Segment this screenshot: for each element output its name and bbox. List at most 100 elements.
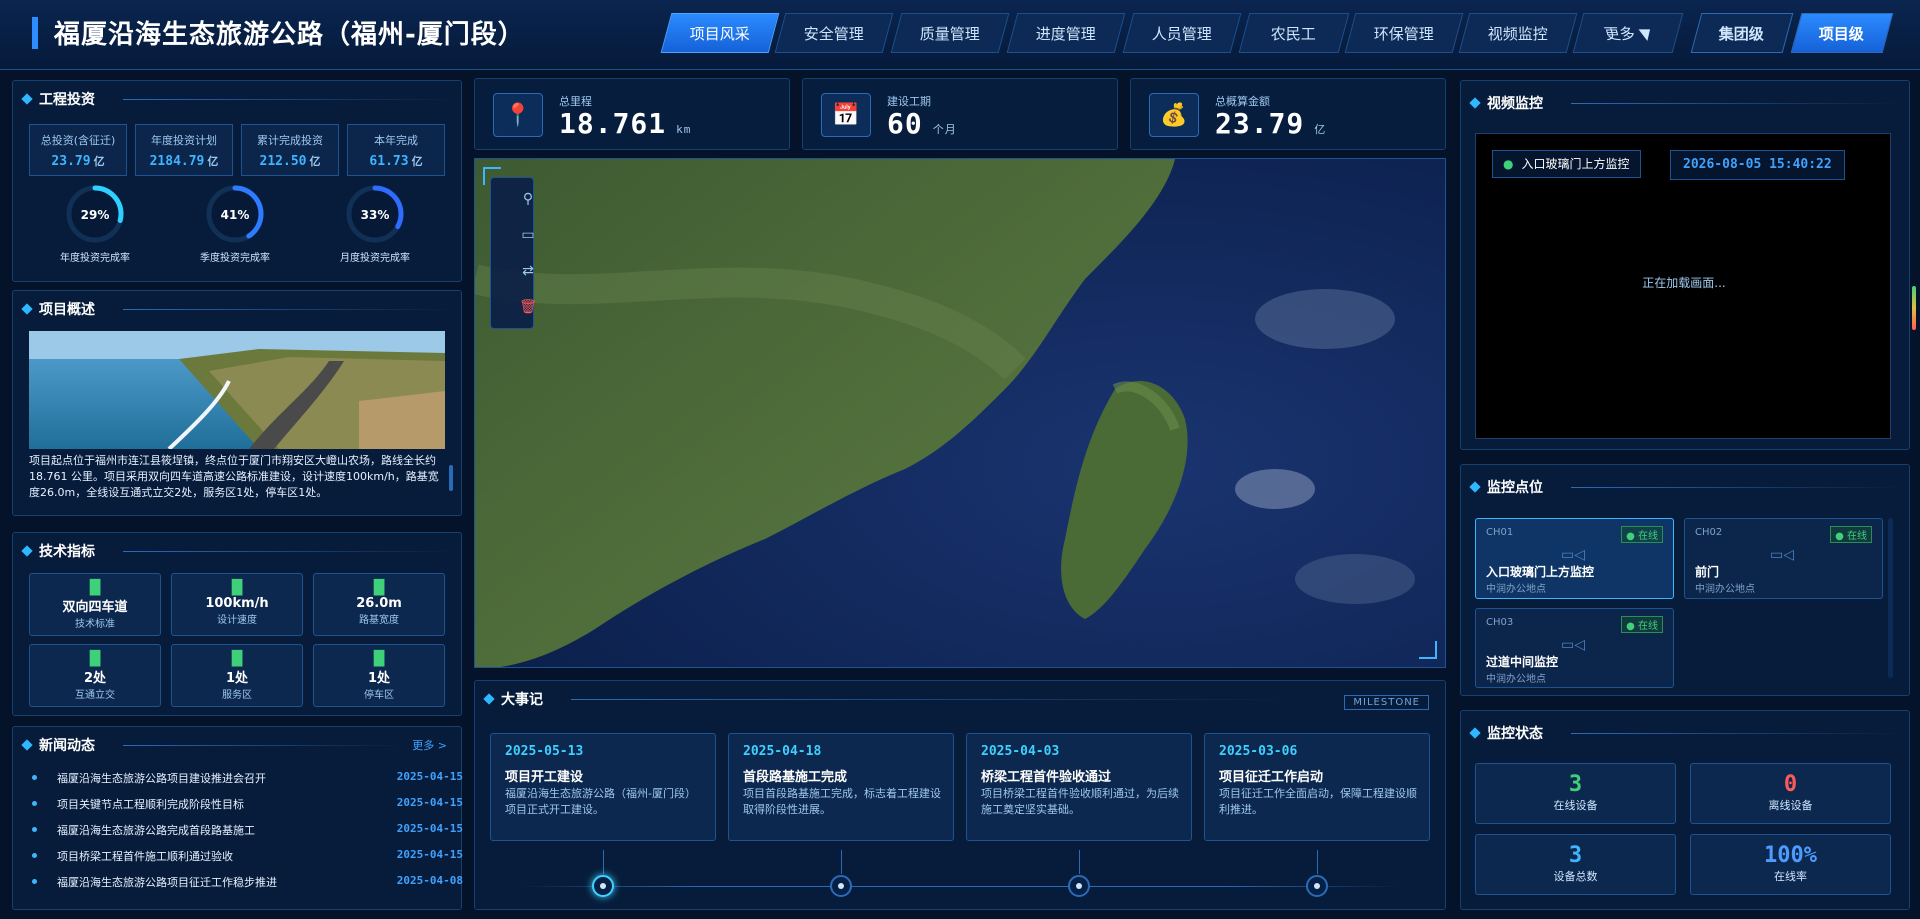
video-camera-icon: ▭◁ (1561, 547, 1585, 563)
tab-more[interactable]: 更多 ▼ (1572, 13, 1684, 53)
camera-name-tag: ● 入口玻璃门上方监控 (1492, 150, 1641, 178)
news-item[interactable]: 项目桥梁工程首件施工顺利通过验收 2025-04-15 (29, 845, 467, 871)
news-item[interactable]: 福厦沿海生态旅游公路项目征迁工作稳步推进 2025-04-08 (29, 871, 467, 897)
diamond-icon (21, 303, 33, 315)
diamond-icon (1469, 481, 1481, 493)
stat-total-length: 📍 总里程 18.761 km (474, 78, 790, 150)
status-badge: ● 在线 (1621, 616, 1663, 633)
video-camera-icon: ▭◁ (1561, 637, 1585, 653)
news-item[interactable]: 项目关键节点工程顺利完成阶段性目标 2025-04-15 (29, 793, 467, 819)
online-dot-icon: ● (1503, 157, 1514, 171)
tab-migrant-workers[interactable]: 农民工 (1238, 13, 1350, 53)
monitor-point-ch02[interactable]: CH02 ● 在线 ▭◁ 前门 中润办公地点 (1684, 518, 1883, 599)
trash-icon[interactable]: 🗑 (506, 292, 550, 322)
ring-monthly: 33% (346, 185, 404, 243)
money-bag-icon: 💰 (1149, 93, 1199, 137)
page-scrollbar[interactable] (1912, 286, 1916, 330)
video-camera-icon[interactable]: ▭ (506, 220, 550, 250)
milestone-card[interactable]: 2025-04-03 桥梁工程首件验收通过 项目桥梁工程首件验收顺利通过，为后续施工… (966, 733, 1192, 841)
investment-total: 总投资(含征迁) 23.79 亿 (29, 124, 127, 176)
news-panel: 新闻动态 更多 > 福厦沿海生态旅游公路项目建设推进会召开 2025-04-15 … (12, 726, 463, 910)
video-loading-text: 正在加载画面... (1642, 276, 1726, 290)
calendar-icon: 📅 (821, 93, 871, 137)
timeline-line (520, 886, 1400, 887)
bar-chart-icon: ▐▌ (226, 580, 248, 596)
status-total-devices: 3 设备总数 (1475, 834, 1676, 895)
map-imagery (475, 159, 1445, 667)
status-online-rate: 100% 在线率 (1690, 834, 1891, 895)
investment-annual-plan: 年度投资计划 2184.79 亿 (135, 124, 233, 176)
level-group[interactable]: 集团级 (1690, 13, 1794, 53)
tech-item: ▐▌ 26.0m 路基宽度 (313, 573, 445, 636)
satellite-map[interactable]: ⚲ ▭ ⇄ 🗑 (474, 158, 1446, 668)
diamond-icon (1469, 727, 1481, 739)
monitor-status-title: 监控状态 (1469, 723, 1543, 743)
monitor-point-ch01[interactable]: CH01 ● 在线 ▭◁ 入口玻璃门上方监控 中润办公地点 (1475, 518, 1674, 599)
tab-environment[interactable]: 环保管理 (1344, 13, 1464, 53)
milestone-badge: MILESTONE (1344, 695, 1429, 710)
investment-this-year: 本年完成 61.73 亿 (347, 124, 445, 176)
tech-item: ▐▌ 2处 互通立交 (29, 644, 161, 707)
overview-title: 项目概述 (21, 299, 95, 319)
ring-quarterly: 41% (206, 185, 264, 243)
diamond-icon (21, 739, 33, 751)
milestone-card[interactable]: 2025-04-18 首段路基施工完成 项目首段路基施工完成，标志着工程建设取得阶段… (728, 733, 954, 841)
news-item[interactable]: 福厦沿海生态旅游公路项目建设推进会召开 2025-04-15 (29, 767, 467, 793)
diamond-icon (483, 693, 495, 705)
tab-safety[interactable]: 安全管理 (774, 13, 894, 53)
news-item[interactable]: 福厦沿海生态旅游公路完成首段路基施工 2025-04-15 (29, 819, 467, 845)
overview-scrollbar[interactable] (449, 465, 453, 491)
tech-item: ▐▌ 双向四车道 技术标准 (29, 573, 161, 636)
status-badge: ● 在线 (1621, 526, 1663, 543)
bar-chart-icon: ▐▌ (368, 651, 390, 667)
tab-video[interactable]: 视频监控 (1458, 13, 1578, 53)
investment-title: 工程投资 (21, 89, 95, 109)
map-toolbar: ⚲ ▭ ⇄ 🗑 (490, 177, 537, 329)
tab-quality[interactable]: 质量管理 (890, 13, 1010, 53)
location-pin-icon: 📍 (493, 93, 543, 137)
status-offline-devices: 0 离线设备 (1690, 763, 1891, 824)
tech-panel: 技术指标 ▐▌ 双向四车道 技术标准 ▐▌ 100km/h 设计速度 ▐▌ 26.0m 路基… (12, 532, 462, 716)
tech-item: ▐▌ 100km/h 设计速度 (171, 573, 303, 636)
tab-personnel[interactable]: 人员管理 (1122, 13, 1242, 53)
level-project[interactable]: 项目级 (1790, 13, 1894, 53)
stat-construction-period: 📅 建设工期 60 个月 (802, 78, 1118, 150)
video-title: 视频监控 (1469, 93, 1543, 113)
status-online-devices: 3 在线设备 (1475, 763, 1676, 824)
milestone-card[interactable]: 2025-05-13 项目开工建设 福厦沿海生态旅游公路（福州-厦门段）项目正式开工… (490, 733, 716, 841)
title-accent-bar (32, 17, 38, 49)
ring-annual: 29% (66, 185, 124, 243)
news-title: 新闻动态 (21, 735, 95, 755)
map-corner-marker (1419, 641, 1437, 659)
timeline-node[interactable] (830, 875, 852, 897)
news-more-link[interactable]: 更多 > (412, 737, 447, 753)
investment-panel: 工程投资 总投资(含征迁) 23.79 亿 年度投资计划 2184.79 亿 累计完… (12, 80, 462, 282)
points-scrollbar[interactable] (1888, 518, 1893, 678)
diamond-icon (21, 545, 33, 557)
timeline-node[interactable] (592, 875, 614, 897)
milestone-card[interactable]: 2025-03-06 项目征迁工作启动 项目征迁工作全面启动，保障工程建设顺利推进。 (1204, 733, 1430, 841)
bar-chart-icon: ▐▌ (368, 580, 390, 596)
top-header: 福厦沿海生态旅游公路（福州-厦门段） 项目风采 安全管理 质量管理 进度管理 人… (0, 0, 1920, 70)
page-title: 福厦沿海生态旅游公路（福州-厦门段） (54, 20, 525, 50)
video-timestamp: 2026-08-05 15:40:22 (1670, 150, 1845, 180)
online-dot-icon: ● (1626, 621, 1635, 632)
tab-project-style[interactable]: 项目风采 (660, 13, 780, 53)
video-player[interactable]: ● 入口玻璃门上方监控 2026-08-05 15:40:22 正在加载画面... (1475, 133, 1891, 439)
project-photo (29, 331, 445, 449)
timeline-node[interactable] (1068, 875, 1090, 897)
svg-text:33%: 33% (361, 208, 390, 222)
milestone-title: 大事记 (483, 689, 543, 709)
timeline-node[interactable] (1306, 875, 1328, 897)
diamond-icon (1469, 97, 1481, 109)
video-panel: 视频监控 ● 入口玻璃门上方监控 2026-08-05 15:40:22 正在加载… (1460, 80, 1910, 450)
online-dot-icon: ● (1626, 531, 1635, 542)
pin-icon[interactable]: ⚲ (506, 184, 550, 214)
video-camera-icon: ▭◁ (1770, 547, 1794, 563)
svg-text:29%: 29% (81, 208, 110, 222)
tab-progress[interactable]: 进度管理 (1006, 13, 1126, 53)
monitor-points-title: 监控点位 (1469, 477, 1543, 497)
route-icon[interactable]: ⇄ (506, 256, 550, 286)
status-badge: ● 在线 (1830, 526, 1872, 543)
monitor-point-ch03[interactable]: CH03 ● 在线 ▭◁ 过道中间监控 中润办公地点 (1475, 608, 1674, 688)
